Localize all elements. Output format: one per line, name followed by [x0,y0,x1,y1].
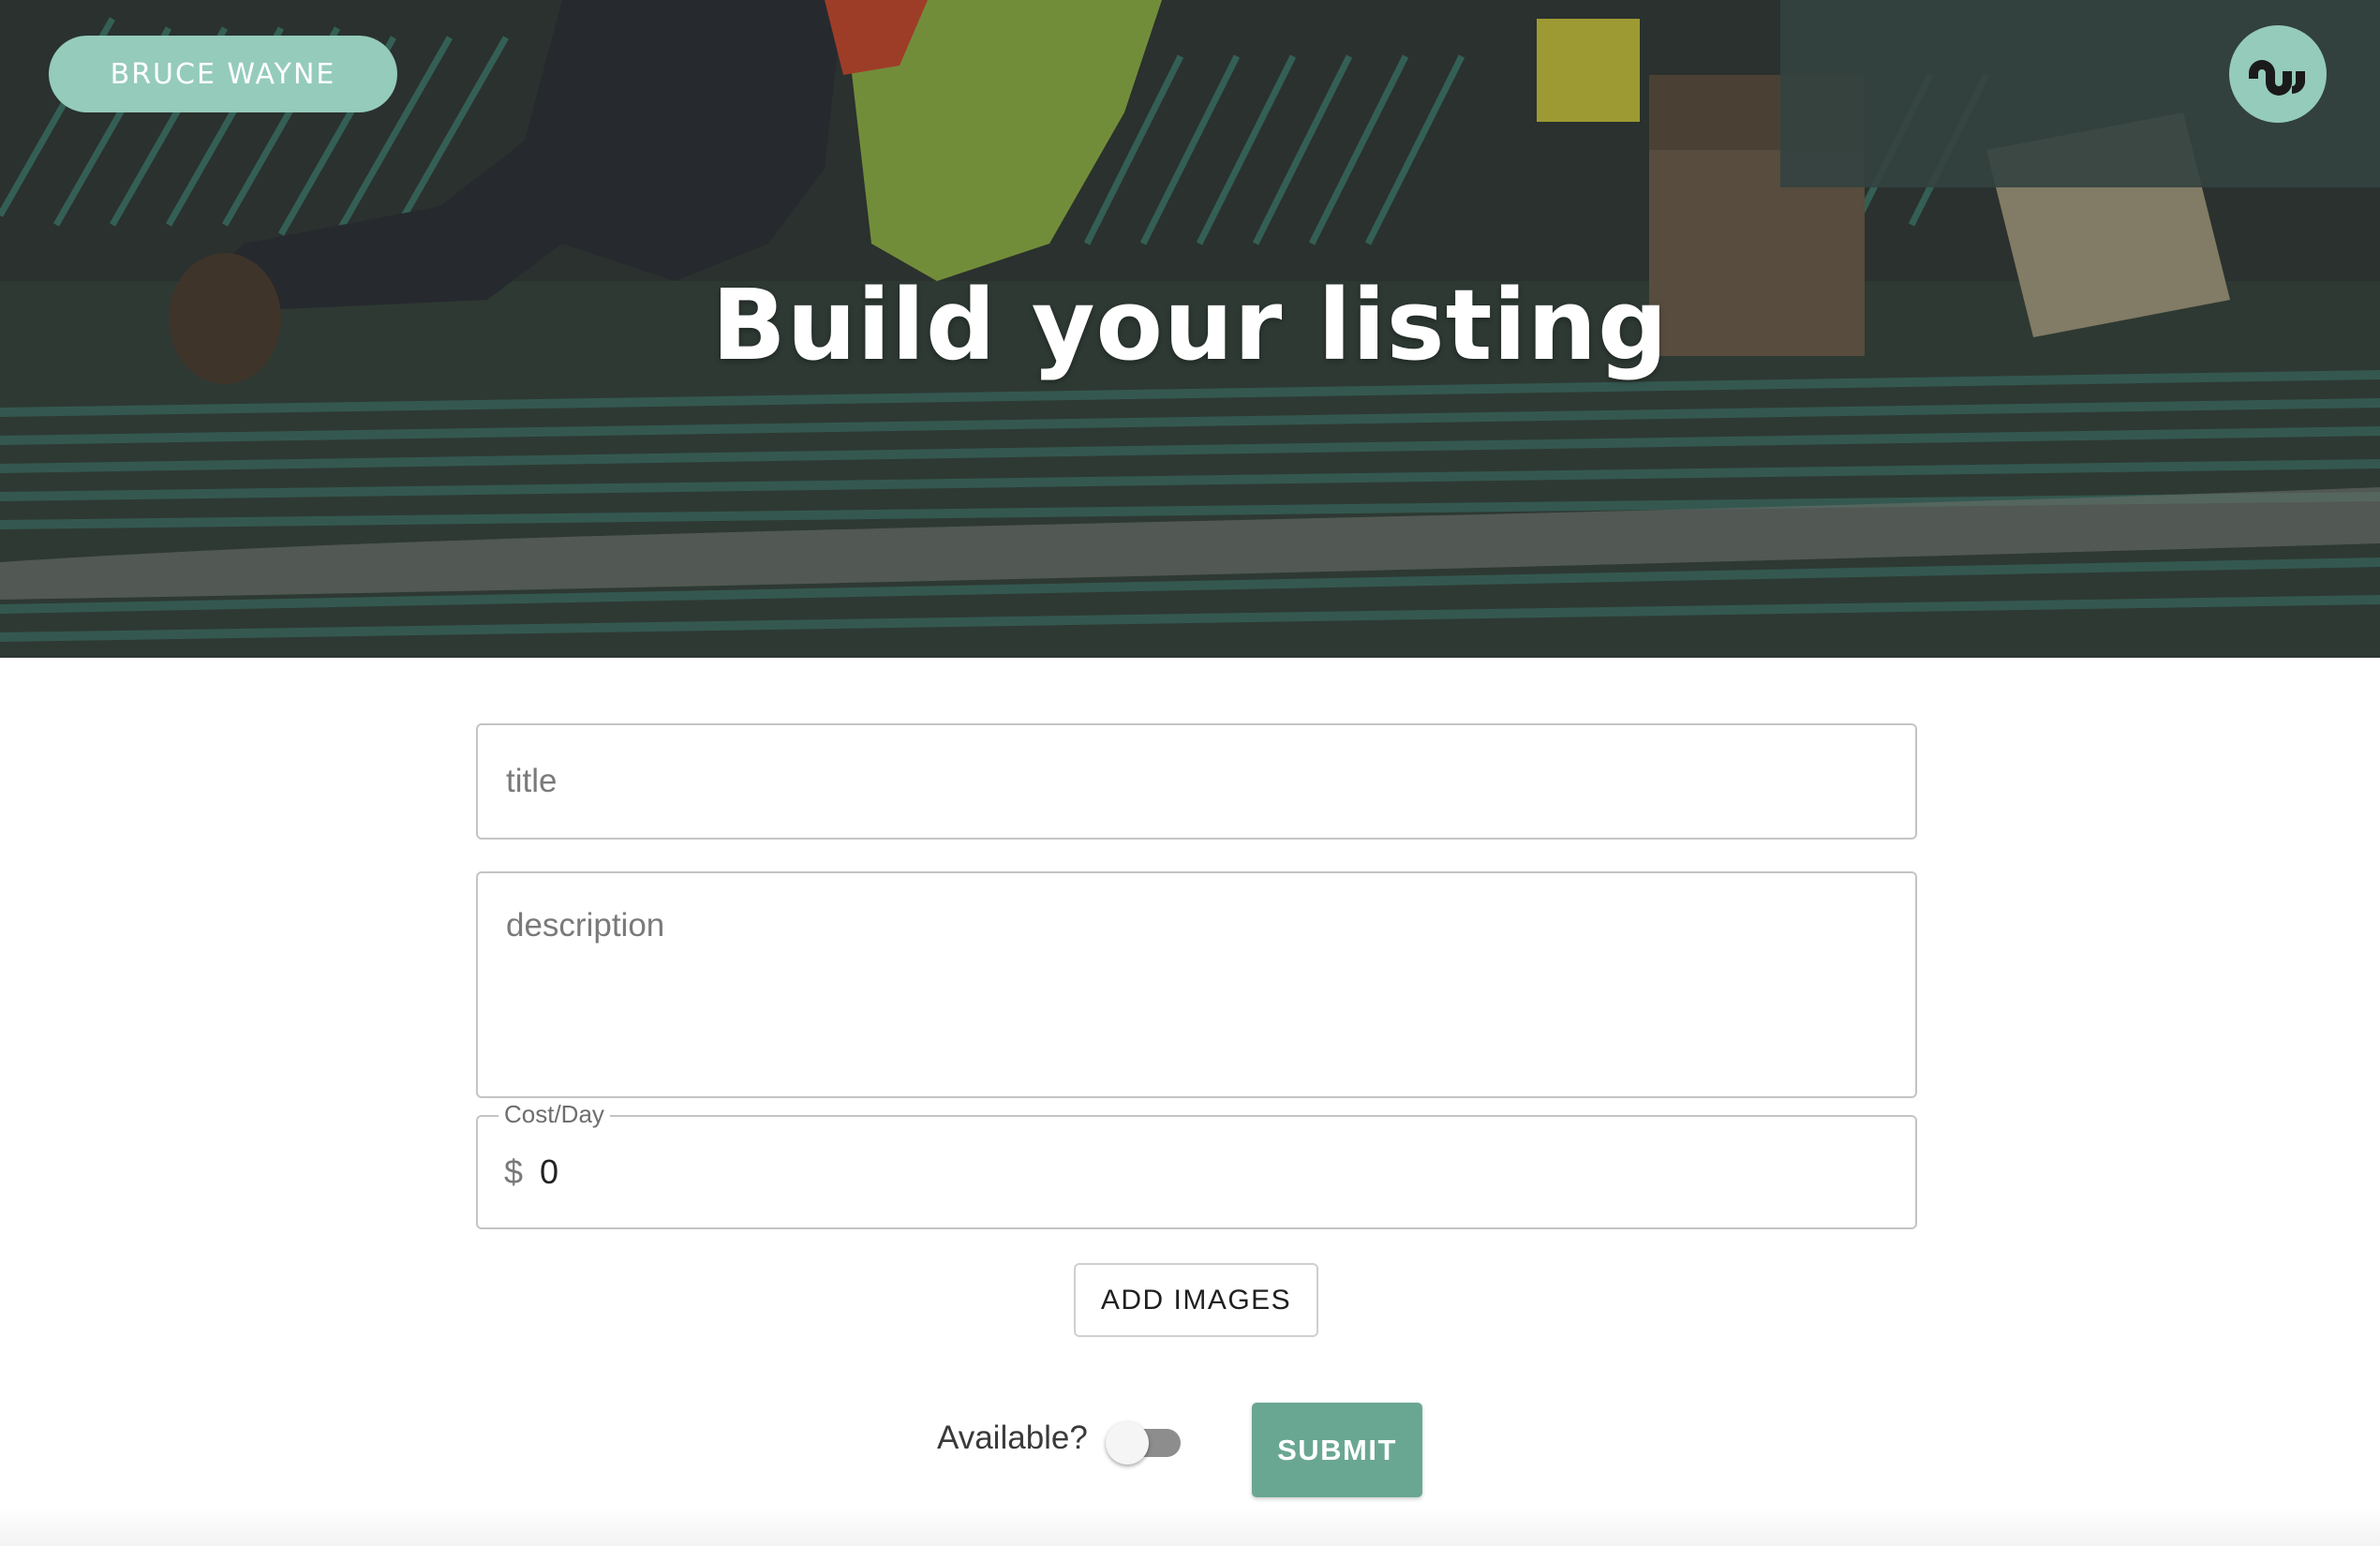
add-images-button[interactable]: ADD IMAGES [1074,1263,1318,1337]
user-name-label: BRUCE WAYNE [110,57,336,91]
description-field[interactable] [476,871,1917,1098]
user-name-button[interactable]: BRUCE WAYNE [49,36,397,112]
cost-per-day-label: Cost/Day [498,1100,610,1129]
page-footer-strip [0,1509,2380,1546]
page-title: Build your listing [711,268,1669,382]
submit-button[interactable]: SUBMIT [1252,1403,1422,1497]
available-label: Available? [937,1420,1088,1456]
stumbleupon-icon [2249,60,2305,96]
available-toggle[interactable] [1106,1421,1184,1464]
logo-button[interactable] [2229,25,2327,123]
hero-banner: BRUCE WAYNE Build your listing [0,0,2380,658]
currency-symbol: $ [504,1152,524,1191]
cost-per-day-input[interactable] [538,1152,1889,1193]
description-input[interactable] [504,905,1889,1064]
title-input[interactable] [504,762,1889,801]
title-field[interactable] [476,723,1917,840]
toggle-thumb [1106,1421,1149,1464]
cost-per-day-field[interactable]: Cost/Day $ [476,1100,1917,1229]
